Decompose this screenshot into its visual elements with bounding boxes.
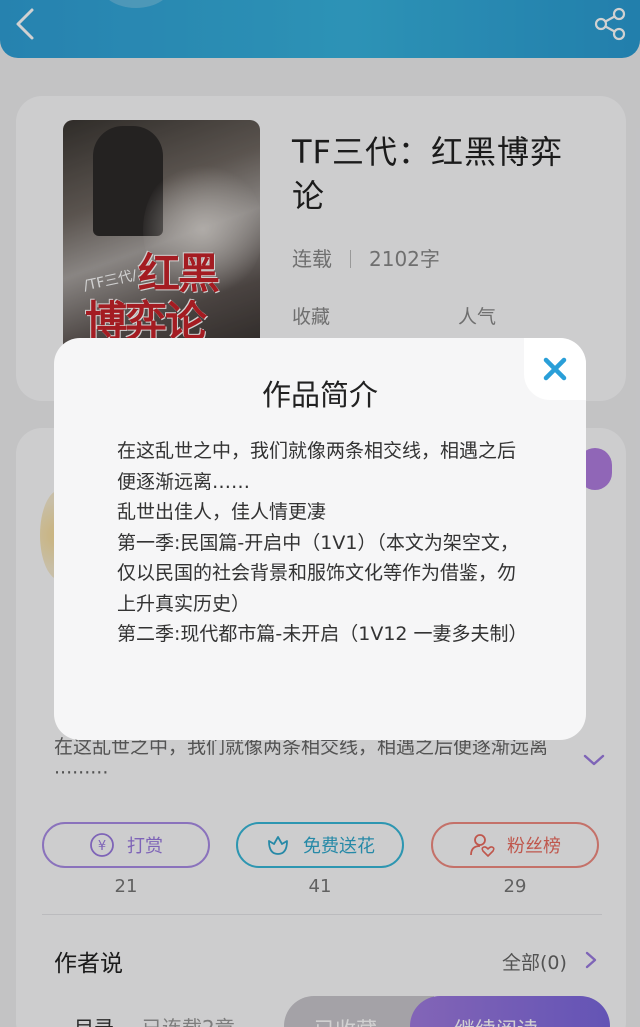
modal-body: 在这乱世之中，我们就像两条相交线，相遇之后便逐渐远离…… 乱世出佳人，佳人情更凄… (117, 436, 528, 650)
intro-paragraph: 第二季:现代都市篇-未开启（1V12 一妻多夫制） (117, 623, 528, 645)
intro-paragraph: 第一季:民国篇-开启中（1V1）（本文为架空文，仅以民国的社会背景和服饰文化等作… (117, 531, 519, 615)
modal-title: 作品简介 (261, 378, 378, 412)
intro-paragraph: 在这乱世之中，我们就像两条相交线，相遇之后便逐渐远离…… (117, 440, 517, 493)
intro-paragraph: 乱世出佳人，佳人情更凄 (117, 501, 327, 523)
